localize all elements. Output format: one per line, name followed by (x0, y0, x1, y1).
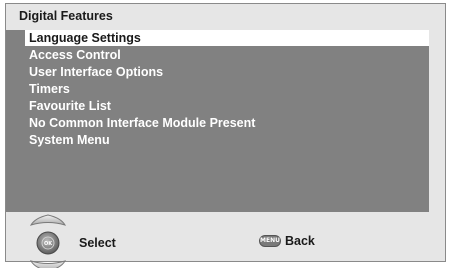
menu-item-language-settings[interactable]: Language Settings (25, 30, 429, 46)
menu-item-common-interface[interactable]: No Common Interface Module Present (25, 115, 429, 131)
menu-button-icon[interactable]: MENU (259, 235, 281, 247)
menu-item-timers[interactable]: Timers (25, 81, 429, 97)
select-hint: Select (79, 236, 116, 250)
ok-glyph: OK (44, 241, 53, 247)
menu-item-favourite-list[interactable]: Favourite List (25, 98, 429, 114)
menu-panel: Language Settings Access Control User In… (25, 30, 429, 212)
nav-key-cluster: OK (29, 214, 67, 268)
menu-title: Digital Features (19, 9, 113, 23)
arrow-down-icon[interactable] (29, 260, 67, 268)
back-hint: Back (285, 234, 315, 248)
panel-left-notch (6, 30, 25, 212)
menu-item-user-interface-options[interactable]: User Interface Options (25, 64, 429, 80)
menu-item-access-control[interactable]: Access Control (25, 47, 429, 63)
arrow-up-icon[interactable] (29, 214, 67, 226)
menu-item-system-menu[interactable]: System Menu (25, 132, 429, 148)
ok-button-icon[interactable]: OK (36, 231, 60, 255)
